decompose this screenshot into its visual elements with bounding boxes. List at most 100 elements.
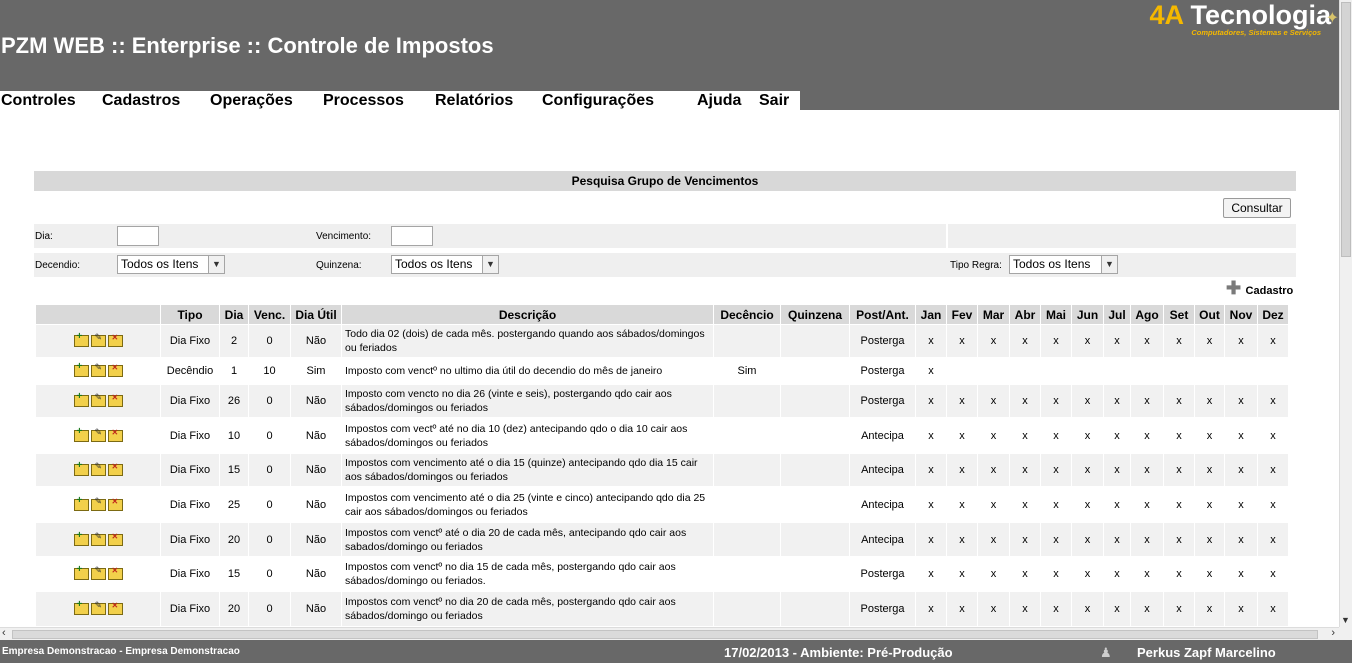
chevron-down-icon[interactable]: ▼	[208, 256, 224, 273]
vencimento-input[interactable]	[391, 226, 433, 246]
dia-input[interactable]	[117, 226, 159, 246]
delete-folder-icon[interactable]	[107, 462, 123, 477]
cell-descricao: Impostos com venctº no dia 20 de cada mê…	[341, 591, 714, 627]
column-header: Venc.	[248, 304, 291, 325]
delete-folder-icon[interactable]	[107, 333, 123, 348]
cell-tipo: Dia Fixo	[160, 591, 220, 627]
cell-month: x	[1103, 453, 1131, 487]
delete-folder-icon[interactable]	[107, 566, 123, 581]
cell-month: x	[1194, 591, 1225, 627]
cell-month: x	[1130, 417, 1164, 454]
arrow-down-icon[interactable]: ▼	[1341, 615, 1350, 625]
menu-controles[interactable]: Controles	[1, 91, 76, 110]
menu-processos[interactable]: Processos	[323, 91, 404, 110]
cell-venc: 0	[248, 591, 291, 627]
cell-month: x	[1163, 453, 1195, 487]
edit-folder-icon[interactable]	[90, 332, 106, 348]
quinzena-select[interactable]: Todos os Itens ▼	[391, 255, 499, 274]
vertical-scrollbar[interactable]: ▼	[1339, 0, 1352, 627]
delete-folder-icon[interactable]	[107, 393, 123, 408]
new-folder-icon[interactable]	[73, 426, 89, 442]
cell-decendio	[713, 324, 781, 358]
main-menu: Controles Cadastros Operações Processos …	[0, 91, 800, 110]
cell-dia: 1	[219, 357, 249, 385]
edit-folder-icon[interactable]	[90, 600, 106, 616]
cell-month: x	[977, 486, 1010, 523]
cell-month: x	[1040, 522, 1072, 557]
new-folder-icon[interactable]	[73, 564, 89, 581]
menu-configuracoes[interactable]: Configurações	[542, 91, 654, 110]
horizontal-scrollbar[interactable]: ‹ ›	[0, 627, 1339, 640]
new-folder-icon[interactable]	[73, 331, 89, 348]
edit-folder-icon[interactable]	[90, 461, 106, 477]
cell-dia-util: Não	[290, 591, 342, 627]
chevron-down-icon[interactable]: ▼	[482, 256, 498, 273]
cell-month: x	[1194, 486, 1225, 523]
column-header: Mai	[1040, 304, 1072, 325]
scrollbar-thumb[interactable]	[12, 630, 1318, 639]
cell-dia: 10	[219, 417, 249, 454]
new-folder-icon[interactable]	[73, 460, 89, 477]
cell-venc: 0	[248, 556, 291, 592]
new-folder-icon[interactable]	[73, 530, 89, 546]
edit-folder-icon[interactable]	[90, 531, 106, 546]
cell-month	[1163, 357, 1195, 385]
edit-folder-icon[interactable]	[90, 427, 106, 442]
tipo-regra-select[interactable]: Todos os Itens ▼	[1009, 255, 1118, 274]
cell-tipo: Dia Fixo	[160, 324, 220, 358]
arrow-left-icon[interactable]: ‹	[2, 627, 6, 639]
cell-month	[1071, 357, 1104, 385]
cell-month: x	[1009, 486, 1041, 523]
cell-month: x	[1071, 486, 1104, 523]
cell-month: x	[1071, 522, 1104, 557]
delete-folder-icon[interactable]	[107, 363, 123, 378]
cell-month: x	[1040, 453, 1072, 487]
delete-folder-icon[interactable]	[107, 428, 123, 442]
new-folder-icon[interactable]	[73, 495, 89, 511]
cell-month: x	[1163, 556, 1195, 592]
cell-month	[1103, 357, 1131, 385]
scrollbar-thumb[interactable]	[1341, 2, 1351, 257]
menu-cadastros[interactable]: Cadastros	[102, 91, 180, 110]
cell-month: x	[1224, 522, 1258, 557]
cell-month: x	[1224, 384, 1258, 418]
cell-venc: 10	[248, 357, 291, 385]
cell-month: x	[1103, 417, 1131, 454]
decendio-value: Todos os Itens	[121, 257, 199, 271]
cell-quinzena	[780, 417, 850, 454]
delete-folder-icon[interactable]	[107, 497, 123, 511]
cadastro-link[interactable]: ✚ Cadastro	[1226, 279, 1293, 299]
menu-sair[interactable]: Sair	[759, 91, 789, 110]
cell-month: x	[1040, 384, 1072, 418]
new-folder-icon[interactable]	[73, 361, 89, 378]
edit-folder-icon[interactable]	[90, 362, 106, 378]
table-row: Dia Fixo100NãoImpostos com vectº até no …	[35, 417, 1289, 454]
cell-month: x	[1009, 522, 1041, 557]
logo-tagline: Computadores, Sistemas e Serviços	[1191, 28, 1321, 37]
cell-descricao: Impostos com venctº até o dia 20 de cada…	[341, 522, 714, 557]
cell-decendio	[713, 453, 781, 487]
decendio-select[interactable]: Todos os Itens ▼	[117, 255, 225, 274]
arrow-right-icon[interactable]: ›	[1331, 627, 1335, 639]
menu-ajuda[interactable]: Ajuda	[697, 91, 741, 110]
new-folder-icon[interactable]	[73, 391, 89, 408]
edit-folder-icon[interactable]	[90, 392, 106, 408]
cell-quinzena	[780, 591, 850, 627]
edit-folder-icon[interactable]	[90, 496, 106, 511]
cell-month	[1224, 357, 1258, 385]
cell-quinzena	[780, 357, 850, 385]
cell-descricao: Imposto com venctº no ultimo dia útil do…	[341, 357, 714, 385]
menu-relatorios[interactable]: Relatórios	[435, 91, 513, 110]
consultar-button[interactable]: Consultar	[1223, 198, 1291, 218]
cell-decendio	[713, 522, 781, 557]
chevron-down-icon[interactable]: ▼	[1101, 256, 1117, 273]
cell-month: x	[1130, 556, 1164, 592]
new-folder-icon[interactable]	[73, 599, 89, 616]
status-user: Perkus Zapf Marcelino	[1137, 645, 1276, 660]
tipo-regra-label: Tipo Regra:	[950, 260, 1002, 271]
delete-folder-icon[interactable]	[107, 601, 123, 616]
cell-post-ant: Antecipa	[849, 417, 916, 454]
edit-folder-icon[interactable]	[90, 565, 106, 581]
menu-operacoes[interactable]: Operações	[210, 91, 293, 110]
delete-folder-icon[interactable]	[107, 532, 123, 546]
